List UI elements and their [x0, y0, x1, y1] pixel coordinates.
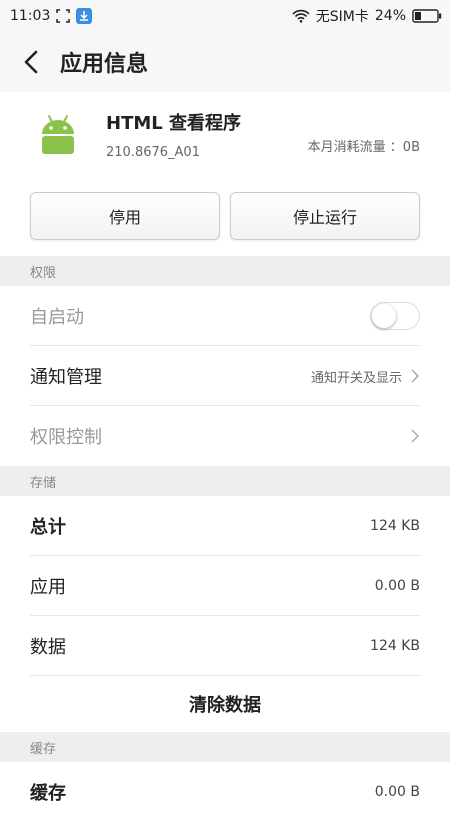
app-name: HTML 查看程序	[106, 112, 241, 134]
chevron-right-icon	[411, 429, 420, 443]
storage-data-row: 数据 124 KB	[0, 616, 450, 676]
autostart-toggle[interactable]	[370, 302, 420, 330]
toggle-knob	[372, 304, 396, 328]
carrier-text: 无SIM卡	[315, 9, 369, 25]
storage-data-value: 124 KB	[370, 638, 420, 654]
storage-total-label: 总计	[30, 517, 66, 538]
notification-management-value: 通知开关及显示	[310, 370, 402, 386]
storage-app-row: 应用 0.00 B	[0, 556, 450, 616]
page-title: 应用信息	[60, 52, 149, 77]
section-header-storage: 存储	[0, 466, 450, 496]
notification-management-label: 通知管理	[30, 367, 102, 388]
battery-percent: 24%	[374, 8, 406, 24]
battery-icon	[412, 9, 442, 23]
app-bar: 应用信息	[0, 32, 450, 92]
app-info-content: HTML 查看程序 210.8676_A01 本月消耗流量 ：0B 停用 停止运…	[0, 92, 450, 822]
storage-total-value: 124 KB	[370, 518, 420, 534]
cache-value: 0.00 B	[374, 784, 420, 800]
cache-row: 缓存 0.00 B	[0, 762, 450, 822]
back-arrow-icon	[24, 50, 38, 74]
permission-control-row[interactable]: 权限控制	[0, 406, 450, 466]
android-icon	[42, 115, 74, 154]
storage-app-value: 0.00 B	[374, 578, 420, 594]
notification-management-row[interactable]: 通知管理 通知开关及显示	[0, 346, 450, 406]
section-header-cache: 缓存	[0, 732, 450, 762]
autostart-label: 自启动	[30, 307, 84, 328]
chevron-right-icon	[411, 369, 420, 383]
status-time: 11:03	[10, 8, 51, 24]
back-button[interactable]	[14, 45, 48, 79]
storage-total-row: 总计 124 KB	[0, 496, 450, 556]
status-bar: 11:03 无SIM卡 24%	[0, 0, 450, 32]
clear-data-button[interactable]: 清除数据	[0, 676, 450, 732]
wifi-icon	[292, 9, 310, 23]
storage-app-label: 应用	[30, 577, 66, 598]
monthly-traffic: 本月消耗流量 ：0B	[307, 140, 420, 155]
app-version: 210.8676_A01	[106, 144, 200, 160]
disable-button[interactable]: 停用	[30, 192, 220, 240]
permission-control-label: 权限控制	[30, 427, 102, 448]
action-buttons: 停用 停止运行	[0, 176, 450, 256]
autostart-row: 自启动	[0, 286, 450, 346]
app-summary: HTML 查看程序 210.8676_A01 本月消耗流量 ：0B	[0, 92, 450, 176]
screenshot-icon	[56, 9, 71, 23]
force-stop-button[interactable]: 停止运行	[230, 192, 420, 240]
download-icon	[76, 8, 93, 24]
section-header-permissions: 权限	[0, 256, 450, 286]
storage-data-label: 数据	[30, 637, 66, 658]
cache-label: 缓存	[30, 783, 66, 804]
